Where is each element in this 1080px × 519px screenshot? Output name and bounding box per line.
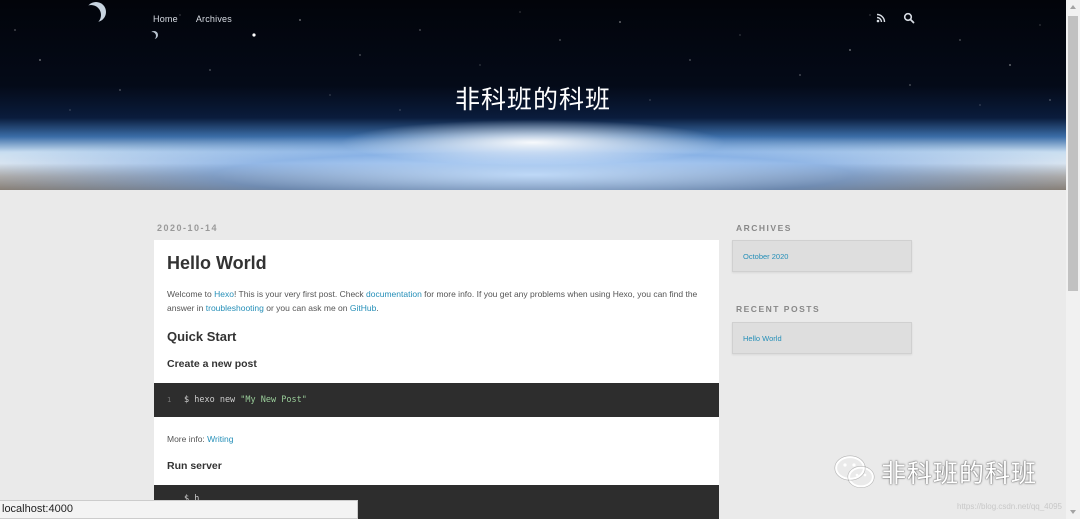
github-link[interactable]: GitHub: [350, 303, 376, 313]
scrollbar-thumb[interactable]: [1068, 16, 1078, 291]
main-nav: Home Archives: [153, 14, 232, 24]
hexo-link[interactable]: Hexo: [214, 289, 234, 299]
sidebar-archives-box: October 2020: [732, 240, 912, 272]
more-info-text: More info:: [167, 434, 208, 444]
wechat-logo-icon: [834, 455, 875, 488]
intro-text: Welcome to: [167, 289, 215, 299]
scroll-down-arrow-icon[interactable]: [1066, 505, 1080, 519]
troubleshooting-link[interactable]: troubleshooting: [206, 303, 264, 313]
intro-text: or you can ask me on: [263, 303, 350, 313]
rss-icon[interactable]: [875, 11, 887, 23]
sidebar-archives-title: ARCHIVES: [736, 223, 792, 233]
scroll-up-arrow-icon[interactable]: [1066, 0, 1080, 14]
archive-link-october-2020[interactable]: October 2020: [743, 252, 788, 261]
nav-right-icons: [875, 11, 915, 24]
nav-link-home[interactable]: Home: [153, 14, 178, 24]
moon-decoration: [86, 2, 106, 22]
moon-decoration-small: [150, 31, 158, 39]
search-icon[interactable]: [903, 11, 915, 24]
post-intro-paragraph: Welcome to Hexo! This is your very first…: [167, 287, 707, 315]
nav-link-archives[interactable]: Archives: [196, 14, 232, 24]
code-string: "My New Post": [240, 395, 307, 405]
watermark-text: 非科班的科班: [881, 459, 1038, 488]
wechat-watermark: 非科班的科班: [833, 452, 1037, 492]
page-scrollbar[interactable]: [1066, 0, 1080, 519]
post-title[interactable]: Hello World: [167, 253, 267, 274]
code-command: $ hexo new: [184, 395, 241, 405]
intro-text: .: [376, 303, 379, 313]
intro-text: ! This is your very first post. Check: [233, 289, 367, 299]
heading-run-server: Run server: [167, 460, 222, 472]
writing-link[interactable]: Writing: [207, 434, 233, 444]
post-article: Hello World Welcome to Hexo! This is you…: [154, 240, 719, 519]
post-date[interactable]: 2020-10-14: [157, 223, 218, 233]
sidebar-recent-posts-box: Hello World: [732, 322, 912, 354]
documentation-link[interactable]: documentation: [366, 289, 422, 299]
code-line: $ hexo new "My New Post": [184, 395, 307, 405]
sidebar-recent-posts-title: RECENT POSTS: [736, 304, 821, 314]
more-info-paragraph: More info: Writing: [167, 432, 707, 446]
site-title[interactable]: 非科班的科班: [0, 80, 1066, 116]
code-block-create-post: 1 $ hexo new "My New Post": [154, 383, 719, 417]
header-banner: Home Archives 非科班的科班: [0, 0, 1066, 190]
browser-status-bar: localhost:4000: [0, 500, 358, 519]
watermark-url: https://blog.csdn.net/qq_4095: [957, 502, 1062, 511]
code-line-number: 1: [167, 396, 172, 404]
heading-create-post: Create a new post: [167, 358, 257, 370]
recent-post-link-hello-world[interactable]: Hello World: [743, 334, 782, 343]
heading-quick-start: Quick Start: [167, 329, 237, 344]
